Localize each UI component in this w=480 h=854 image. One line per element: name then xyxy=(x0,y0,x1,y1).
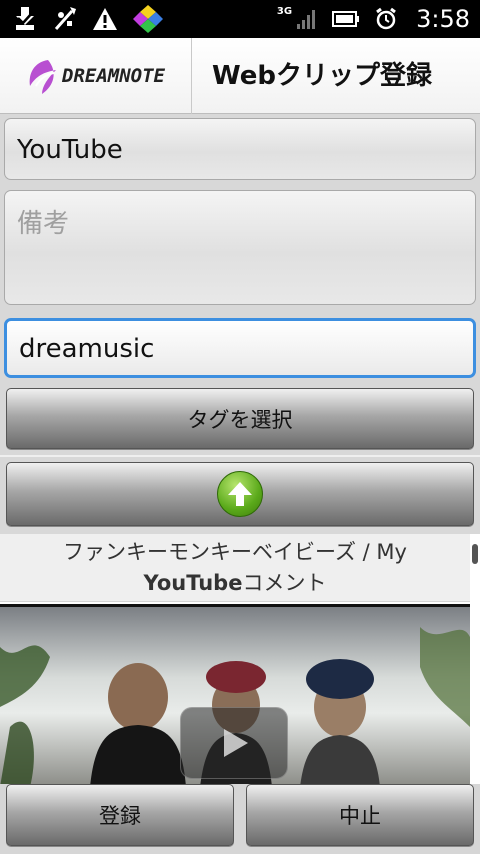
select-tag-button[interactable]: タグを選択 xyxy=(6,388,474,449)
logo-icon xyxy=(29,60,57,94)
clip-title-line1: ファンキーモンキーベイビーズ / My xyxy=(63,540,407,564)
status-bar: 3G 3:58 xyxy=(0,0,480,38)
app-icon xyxy=(133,5,163,33)
page-title: Webクリップ登録 xyxy=(212,61,432,91)
register-button[interactable]: 登録 xyxy=(6,784,234,846)
divider xyxy=(0,455,480,457)
clock: 3:58 xyxy=(416,5,470,33)
download-icon xyxy=(16,7,34,30)
network-type: 3G xyxy=(276,5,293,17)
logo-text: DREAMNOTE xyxy=(62,65,165,87)
battery-icon xyxy=(332,11,360,27)
up-arrow-icon xyxy=(217,471,263,517)
clip-title-input[interactable]: YouTube xyxy=(4,118,476,180)
scrollbar[interactable] xyxy=(472,544,478,564)
tags-input[interactable]: dreamusic xyxy=(4,318,476,378)
warning-icon xyxy=(93,8,117,30)
web-preview[interactable]: ファンキーモンキーベイビーズ / My YouTubeコメント xyxy=(0,534,480,784)
usb-icon xyxy=(54,7,76,30)
alarm-icon xyxy=(376,7,396,30)
clip-title-comment: コメント xyxy=(242,571,327,595)
cancel-button[interactable]: 中止 xyxy=(246,784,474,846)
memo-input[interactable]: 備考 xyxy=(4,190,476,305)
app-header: DREAMNOTE Webクリップ登録 xyxy=(0,38,480,114)
clip-title-youtube: YouTube xyxy=(143,571,243,595)
play-button[interactable] xyxy=(180,707,288,779)
signal-icon xyxy=(297,10,316,29)
scroll-up-button[interactable] xyxy=(6,462,474,526)
clip-title-line2: YouTubeコメント xyxy=(0,568,470,599)
play-icon xyxy=(224,729,248,757)
app-logo: DREAMNOTE xyxy=(0,38,192,114)
video-thumbnail[interactable] xyxy=(0,604,470,784)
clip-page-title: ファンキーモンキーベイビーズ / My YouTubeコメント xyxy=(0,534,470,602)
